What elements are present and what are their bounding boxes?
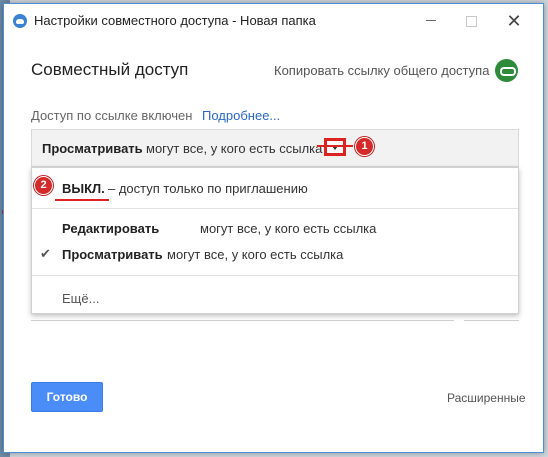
access-select-bold: Просматривать [42, 141, 143, 156]
annotation-pointer [317, 145, 353, 147]
maximize-icon [465, 16, 477, 27]
menu-divider [32, 208, 518, 209]
share-settings-dialog: Настройки совместного доступа - Новая па… [3, 3, 544, 453]
maximize-button[interactable] [456, 9, 486, 33]
menu-item-edit[interactable]: Редактировать могут все, у кого есть ссы… [32, 216, 518, 242]
copy-link-button[interactable]: Копировать ссылку общего доступа [274, 63, 489, 78]
menu-divider [32, 275, 518, 276]
done-button[interactable]: Готово [31, 382, 103, 412]
menu-item-more[interactable]: Ещё... [32, 286, 518, 312]
annotation-badge-2: 2 [34, 176, 53, 195]
check-icon: ✔ [40, 246, 51, 261]
window-title: Настройки совместного доступа - Новая па… [34, 13, 316, 28]
link-icon[interactable] [495, 59, 518, 82]
minimize-icon [426, 20, 436, 22]
menu-item-label: – доступ только по приглашению [108, 181, 308, 196]
access-select-rest: могут все, у кого есть ссылка [146, 141, 323, 156]
minimize-button[interactable] [416, 9, 446, 33]
learn-more-link[interactable]: Подробнее... [202, 108, 280, 123]
people-input[interactable] [31, 314, 454, 321]
menu-item-label: Ещё... [62, 291, 100, 306]
annotation-underline [55, 199, 109, 201]
menu-item-off[interactable]: ВЫКЛ. – доступ только по приглашению [32, 176, 518, 202]
chevron-down-icon[interactable] [324, 138, 346, 156]
menu-item-bold: Просматривать [62, 247, 163, 262]
access-level-select[interactable]: Просматривать могут все, у кого есть ссы… [31, 129, 519, 167]
title-bar: Настройки совместного доступа - Новая па… [4, 4, 543, 38]
menu-item-label: могут все, у кого есть ссылка [200, 221, 377, 236]
advanced-link[interactable]: Расширенные [447, 391, 526, 405]
link-status-text: Доступ по ссылке включен [31, 108, 193, 123]
menu-item-label: могут все, у кого есть ссылка [167, 247, 344, 262]
menu-item-view[interactable]: ✔ Просматривать могут все, у кого есть с… [32, 242, 518, 268]
people-options-button[interactable] [464, 314, 519, 321]
access-dropdown-menu: ВЫКЛ. – доступ только по приглашению Ред… [31, 167, 519, 314]
menu-item-bold: Редактировать [62, 221, 160, 236]
close-button[interactable]: ✕ [499, 9, 529, 33]
dialog-heading: Совместный доступ [31, 60, 189, 79]
close-icon: ✕ [506, 11, 522, 31]
annotation-badge-1: 1 [355, 137, 374, 156]
menu-item-bold: ВЫКЛ. [62, 181, 105, 196]
google-drive-icon [13, 14, 27, 28]
